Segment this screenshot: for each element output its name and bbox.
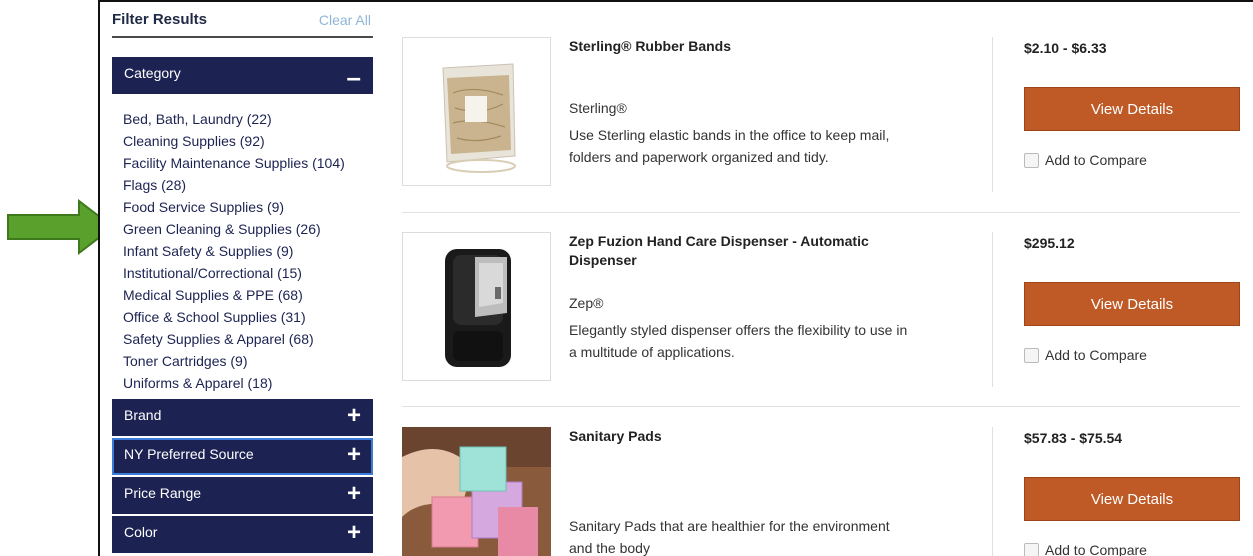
category-item[interactable]: Toner Cartridges (9) (123, 350, 345, 372)
filter-sidebar: Filter Results Clear All Category – Bed,… (112, 4, 373, 556)
view-details-button[interactable]: View Details (1024, 87, 1240, 131)
facet-ny-preferred-source[interactable]: NY Preferred Source + (112, 438, 373, 475)
add-to-compare[interactable]: Add to Compare (1024, 152, 1147, 168)
product-card-zep-dispenser: Zep Fuzion Hand Care Dispenser - Automat… (402, 232, 1240, 402)
product-description: Use Sterling elastic bands in the office… (569, 127, 890, 165)
product-description: Sanitary Pads that are healthier for the… (569, 518, 890, 556)
clear-all-link[interactable]: Clear All (319, 12, 371, 28)
facet-brand-label: Brand (124, 407, 162, 423)
product-title[interactable]: Zep Fuzion Hand Care Dispenser - Automat… (569, 232, 899, 270)
product-price: $57.83 - $75.54 (1024, 430, 1123, 446)
category-item[interactable]: Institutional/Correctional (15) (123, 262, 345, 284)
compare-checkbox[interactable] (1024, 152, 1039, 168)
add-to-compare[interactable]: Add to Compare (1024, 542, 1147, 556)
product-price: $2.10 - $6.33 (1024, 40, 1107, 56)
add-to-compare-label: Add to Compare (1045, 542, 1147, 556)
expand-icon[interactable]: + (347, 402, 361, 430)
view-details-button[interactable]: View Details (1024, 282, 1240, 326)
view-details-button[interactable]: View Details (1024, 477, 1240, 521)
expand-icon[interactable]: + (347, 519, 361, 547)
add-to-compare[interactable]: Add to Compare (1024, 347, 1147, 363)
compare-checkbox[interactable] (1024, 347, 1039, 363)
facet-color-label: Color (124, 524, 158, 540)
category-item[interactable]: Safety Supplies & Apparel (68) (123, 328, 345, 350)
collapse-icon[interactable]: – (347, 63, 361, 91)
category-list: Bed, Bath, Laundry (22) Cleaning Supplie… (123, 108, 345, 394)
product-brand: Zep® (569, 295, 604, 311)
facet-price-range-label: Price Range (124, 485, 202, 501)
category-item[interactable]: Cleaning Supplies (92) (123, 130, 345, 152)
product-image-dispenser[interactable] (402, 232, 551, 381)
category-item[interactable]: Uniforms & Apparel (18) (123, 372, 345, 394)
product-price: $295.12 (1024, 235, 1075, 251)
category-item[interactable]: Bed, Bath, Laundry (22) (123, 108, 345, 130)
add-to-compare-label: Add to Compare (1045, 152, 1147, 168)
category-item-green-cleaning[interactable]: Green Cleaning & Supplies (26) (123, 218, 345, 240)
product-card-rubber-bands: Sterling® Rubber Bands Sterling® Use Ste… (402, 37, 1240, 207)
product-title[interactable]: Sterling® Rubber Bands (569, 37, 899, 56)
row-divider (402, 212, 1240, 213)
filter-header: Filter Results Clear All (112, 4, 373, 38)
expand-icon[interactable]: + (347, 480, 361, 508)
product-card-sanitary-pads: Sanitary Pads Sanitary Pads that are hea… (402, 427, 1240, 556)
add-to-compare-label: Add to Compare (1045, 347, 1147, 363)
facet-price-range[interactable]: Price Range + (112, 477, 373, 514)
facet-category-label: Category (124, 65, 181, 81)
facet-color[interactable]: Color + (112, 516, 373, 553)
compare-checkbox[interactable] (1024, 542, 1039, 556)
expand-icon[interactable]: + (347, 441, 361, 469)
product-description: Elegantly styled dispenser offers the fl… (569, 322, 908, 360)
category-item[interactable]: Medical Supplies & PPE (68) (123, 284, 345, 306)
category-item[interactable]: Infant Safety & Supplies (9) (123, 240, 345, 262)
product-title[interactable]: Sanitary Pads (569, 427, 899, 446)
product-image-rubber-bands[interactable] (402, 37, 551, 186)
column-divider (992, 37, 993, 192)
category-item[interactable]: Flags (28) (123, 174, 345, 196)
filter-title: Filter Results (112, 11, 208, 28)
product-image-sanitary-pads[interactable] (402, 427, 551, 556)
facet-ny-preferred-source-label: NY Preferred Source (124, 446, 254, 462)
category-item[interactable]: Office & School Supplies (31) (123, 306, 345, 328)
facet-category[interactable]: Category – (112, 57, 373, 94)
column-divider (992, 232, 993, 387)
product-brand: Sterling® (569, 100, 627, 116)
facet-brand[interactable]: Brand + (112, 399, 373, 436)
column-divider (992, 427, 993, 556)
category-item[interactable]: Facility Maintenance Supplies (104) (123, 152, 345, 174)
category-item[interactable]: Food Service Supplies (9) (123, 196, 345, 218)
row-divider (402, 406, 1240, 407)
